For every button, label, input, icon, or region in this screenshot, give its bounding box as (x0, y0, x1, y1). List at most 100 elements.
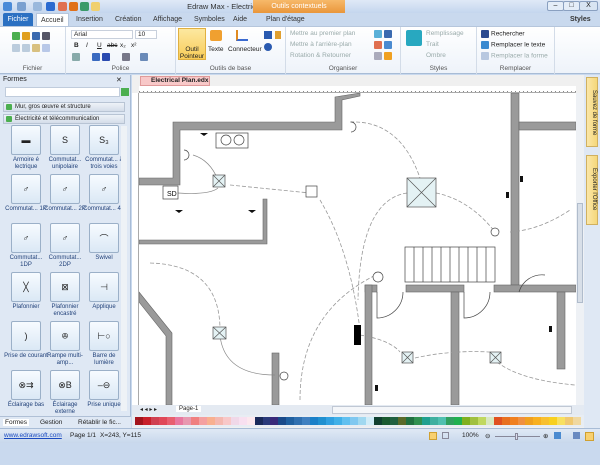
color-swatch[interactable] (262, 417, 271, 425)
shape-item[interactable]: ⊗⇉ Éclairage bas (4, 370, 48, 418)
color-swatch[interactable] (374, 417, 383, 425)
shape-item[interactable]: ⊠ Plafonnier encastré (43, 272, 87, 320)
superscript-button[interactable]: x² (131, 42, 136, 49)
fit-page-icon[interactable] (554, 432, 561, 439)
bold-button[interactable]: B (74, 42, 79, 49)
rectangle-tool-icon[interactable] (264, 31, 272, 39)
tab-symboles[interactable]: Symboles (190, 13, 229, 26)
tab-formes[interactable]: Formes (3, 419, 30, 426)
category-electrical[interactable]: Électricité et télécommunication (3, 114, 125, 124)
format-painter-icon[interactable] (42, 44, 50, 52)
maximize-button[interactable]: □ (563, 1, 580, 11)
color-swatch[interactable] (445, 417, 454, 425)
color-swatch[interactable] (174, 417, 183, 425)
reading-view-icon[interactable] (442, 432, 449, 439)
color-swatch[interactable] (270, 417, 279, 425)
shape-item[interactable]: ꔮ Rampe multi-amp... (43, 321, 87, 369)
shape-item[interactable]: ⌒ Swivel (82, 223, 126, 271)
color-swatch[interactable] (238, 417, 247, 425)
vertical-scrollbar[interactable] (576, 93, 584, 405)
tab-plan-etage[interactable]: Plan d'étage (262, 13, 309, 26)
font-family-select[interactable]: Arial (71, 30, 133, 39)
color-swatch[interactable] (222, 417, 231, 425)
color-swatch[interactable] (533, 417, 542, 425)
panel-scrollbar[interactable] (121, 126, 127, 411)
color-swatch[interactable] (142, 417, 151, 425)
color-swatch[interactable] (190, 417, 199, 425)
quick-styles-icon[interactable] (406, 30, 422, 46)
tab-retablir[interactable]: Rétablir le fic... (78, 419, 121, 426)
list-icon[interactable] (140, 53, 148, 61)
color-swatch[interactable] (509, 417, 518, 425)
color-swatch[interactable] (541, 417, 550, 425)
color-swatch[interactable] (397, 417, 406, 425)
zoom-slider[interactable] (495, 433, 540, 440)
shape-item[interactable]: ╳ Plafonnier (4, 272, 48, 320)
shape-item[interactable]: ⊣ Applique (82, 272, 126, 320)
tab-save-shape[interactable]: Sauvez de forme (586, 77, 598, 147)
color-swatch[interactable] (286, 417, 295, 425)
print-icon[interactable] (42, 32, 50, 40)
shape-item[interactable]: ⊢○ Barre de lumière (82, 321, 126, 369)
tab-fichier[interactable]: Fichier (3, 13, 33, 26)
tab-accueil[interactable]: Accueil (36, 13, 69, 26)
shape-item[interactable]: S Commutat... unipolaire (43, 125, 87, 173)
cut-icon[interactable] (12, 44, 20, 52)
color-swatch[interactable] (437, 417, 446, 425)
tab-export-office[interactable]: Exporter l'Office (586, 155, 598, 225)
align-shapes-icon[interactable] (374, 30, 382, 38)
save-icon[interactable] (32, 32, 40, 40)
align-icon[interactable] (72, 53, 80, 61)
color-swatch[interactable] (557, 417, 566, 425)
tab-creation[interactable]: Création (111, 13, 145, 26)
shape-item[interactable]: ♂ Commutat... 1DP (4, 223, 48, 271)
color-swatch[interactable] (206, 417, 215, 425)
shape-item[interactable]: ⊗B Éclairage externe (43, 370, 87, 418)
tab-insertion[interactable]: Insertion (72, 13, 107, 26)
color-swatch[interactable] (477, 417, 486, 425)
color-swatch[interactable] (493, 417, 502, 425)
color-swatch[interactable] (158, 417, 167, 425)
replace-text-button[interactable]: Remplacer le texte (481, 41, 545, 49)
text-tool-button[interactable]: Texte (208, 46, 224, 53)
color-swatch[interactable] (342, 417, 351, 425)
color-swatch[interactable] (326, 417, 335, 425)
color-swatch[interactable] (358, 417, 367, 425)
zoom-in-icon[interactable]: ⊕ (543, 432, 548, 440)
shape-item[interactable]: ♂ Commutat... 2DP (43, 223, 87, 271)
pointer-tool-button[interactable]: Outil Pointeur (178, 28, 206, 60)
grid-icon[interactable] (374, 52, 382, 60)
panel-close-icon[interactable]: ✕ (116, 76, 122, 84)
color-swatch[interactable] (214, 417, 223, 425)
shape-item[interactable]: ♂ Commutat... 1P (4, 174, 48, 222)
tab-aide[interactable]: Aide (229, 13, 251, 26)
color-swatch[interactable] (565, 417, 574, 425)
font-color-icon[interactable] (102, 53, 110, 61)
highlight-icon[interactable] (92, 53, 100, 61)
color-swatch[interactable] (405, 417, 414, 425)
tab-affichage[interactable]: Affichage (149, 13, 186, 26)
color-swatch[interactable] (469, 417, 478, 425)
normal-view-icon[interactable] (429, 432, 437, 440)
color-swatch[interactable] (525, 417, 534, 425)
color-swatch[interactable] (135, 417, 143, 425)
floor-plan-drawing[interactable]: SD (139, 93, 576, 405)
close-button[interactable]: X (579, 1, 598, 11)
shape-search-input[interactable] (5, 87, 120, 97)
strikethrough-button[interactable]: abc (107, 42, 117, 49)
lock-icon[interactable] (384, 52, 392, 60)
color-swatch[interactable] (310, 417, 319, 425)
color-swatch[interactable] (549, 417, 558, 425)
horizontal-scrollbar[interactable] (332, 406, 572, 414)
document-tab[interactable]: Electrical Plan.edx (140, 76, 210, 86)
arc-tool-icon[interactable] (275, 31, 281, 39)
page-nav-arrows[interactable]: ◂ ◂ ▸ ▸ (140, 406, 157, 413)
open-icon[interactable] (22, 32, 30, 40)
color-swatch[interactable] (230, 417, 239, 425)
category-walls[interactable]: Mur, gros œuvre et structure (3, 102, 125, 112)
subscript-button[interactable]: x₂ (120, 42, 126, 49)
shape-item[interactable]: ♂ Commutat... 2P (43, 174, 87, 222)
send-to-back-button[interactable]: Mettre à l'arrière-plan (290, 41, 352, 48)
shape-item[interactable]: ♂ Commutat... 4P (82, 174, 126, 222)
color-swatch[interactable] (501, 417, 510, 425)
